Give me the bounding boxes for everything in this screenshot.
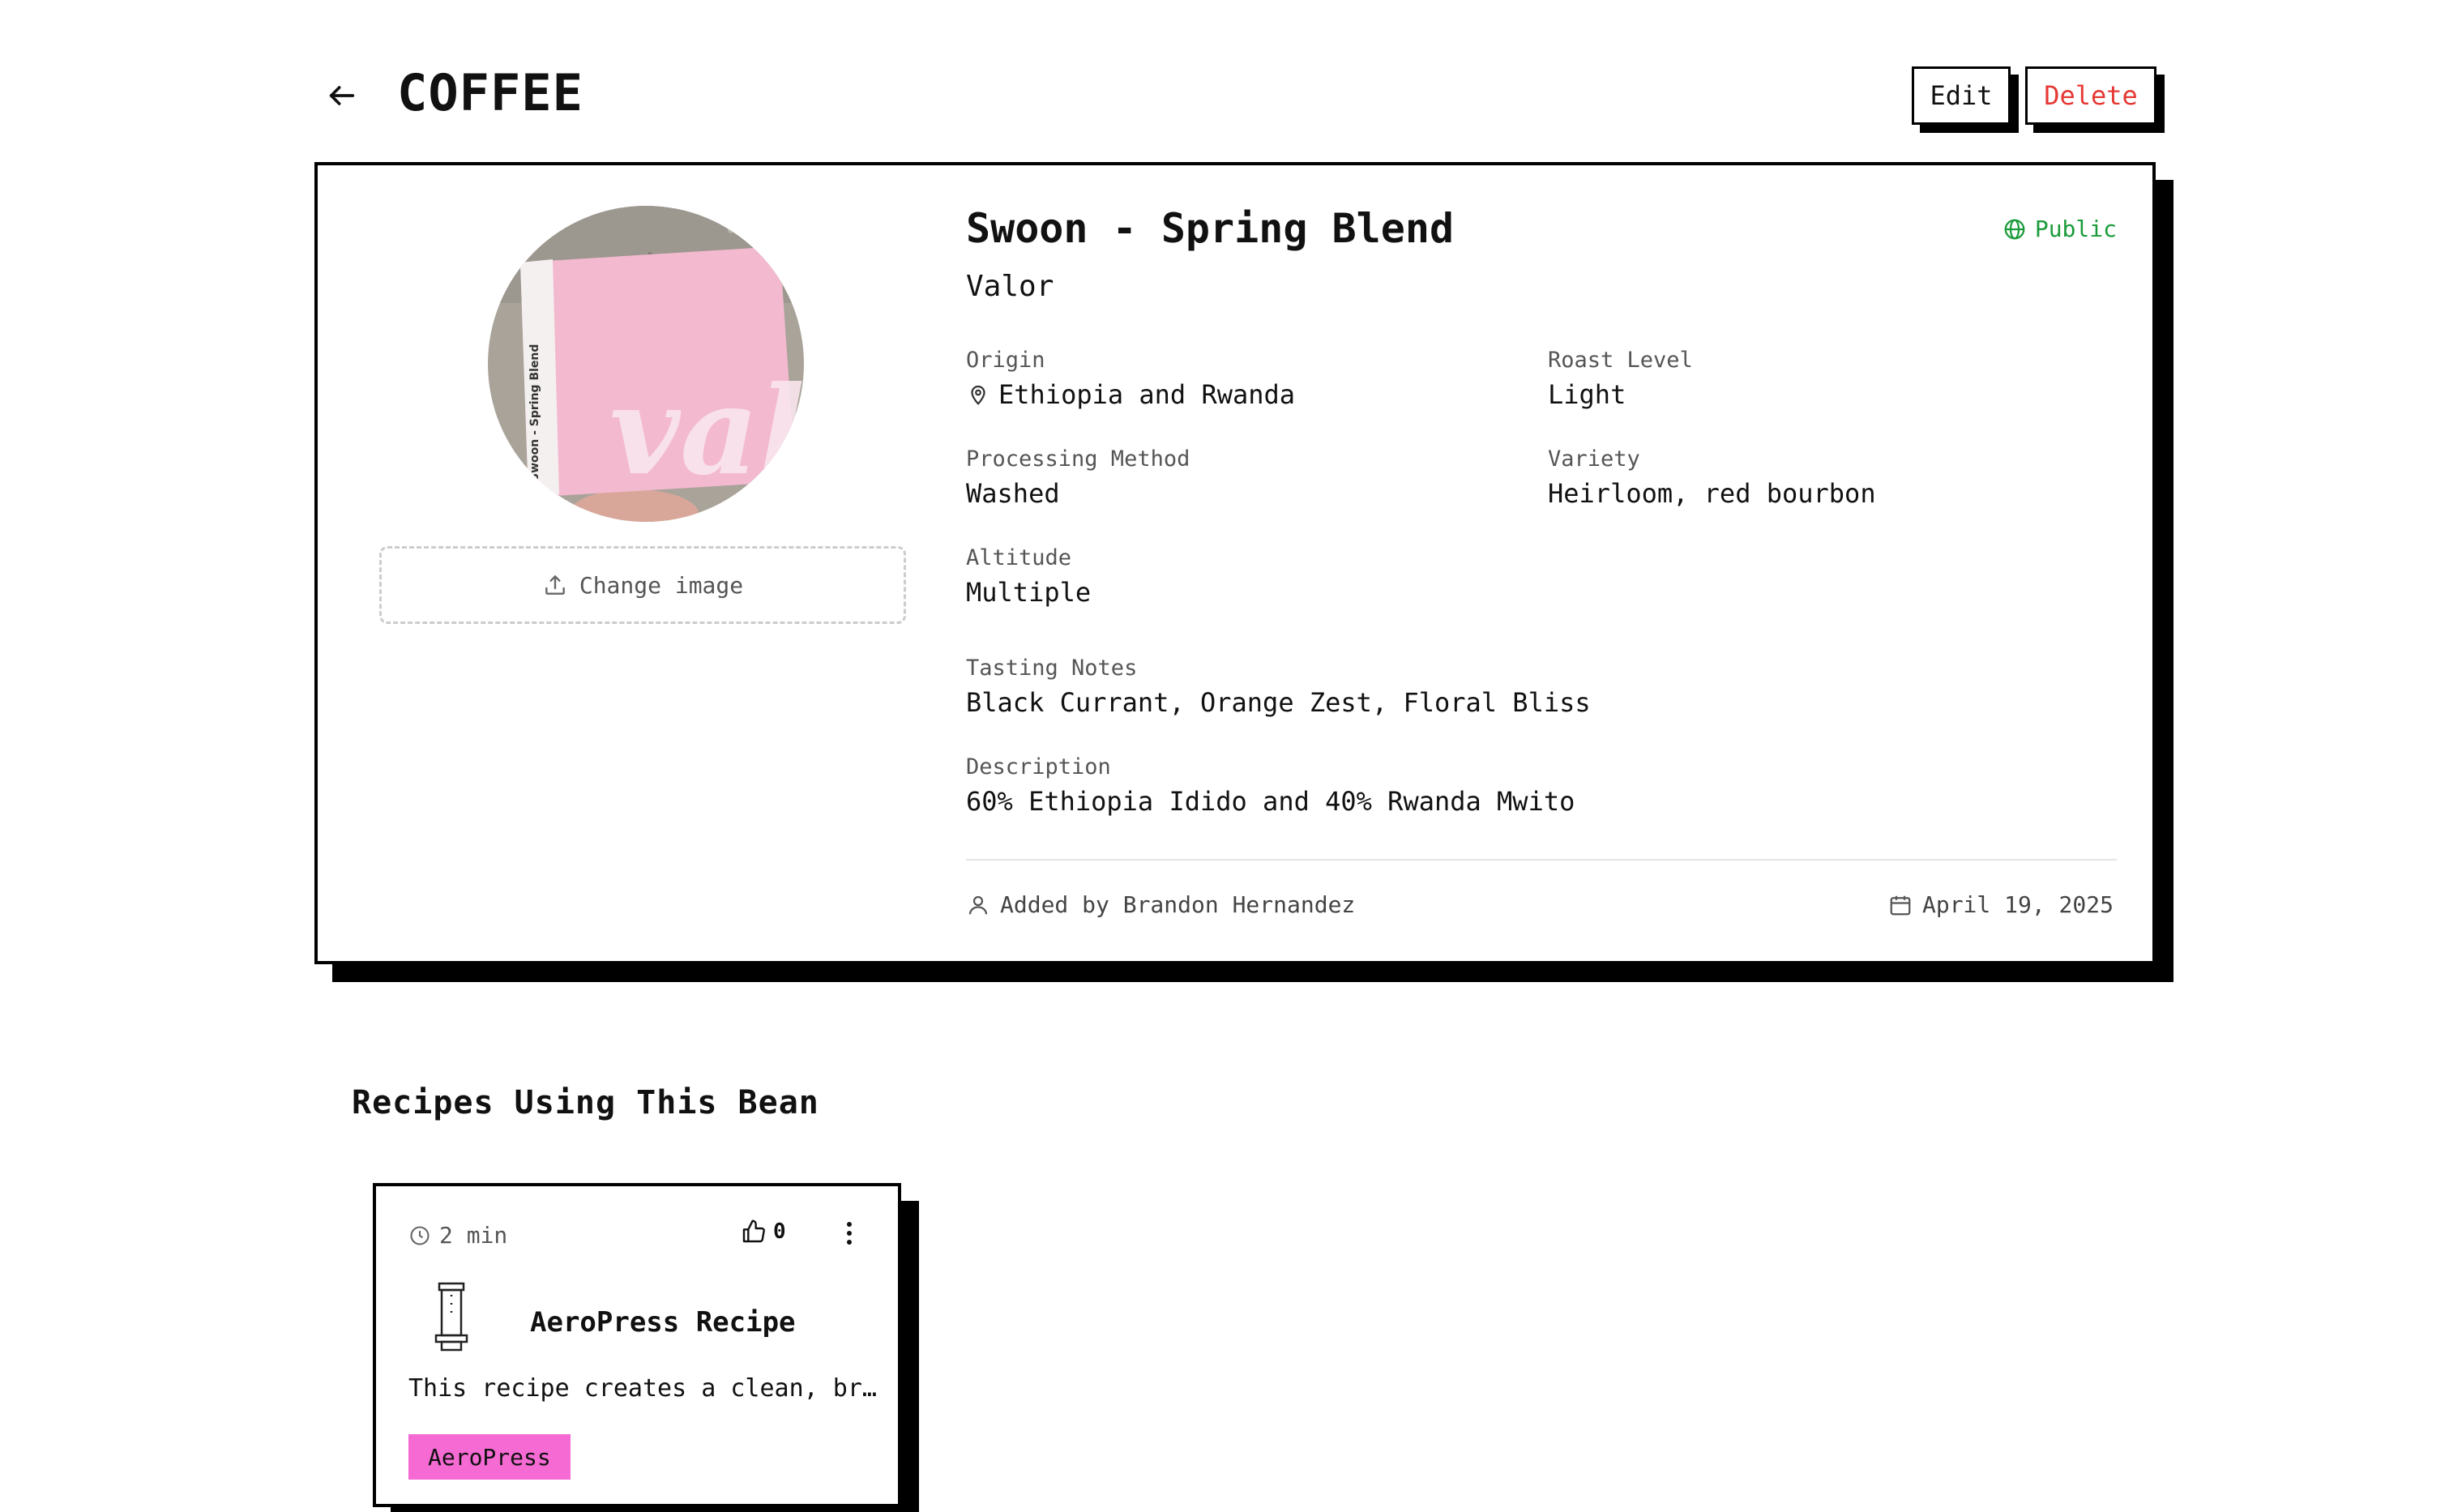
- visibility-badge: Public: [2003, 216, 2117, 242]
- tasting-notes-value: Black Currant, Orange Zest, Floral Bliss: [966, 687, 1591, 718]
- aeropress-icon: [433, 1280, 470, 1356]
- origin-text: Ethiopia and Rwanda: [998, 379, 1296, 410]
- roast-level-value: Light: [1548, 379, 1626, 410]
- added-date-text: April 19, 2025: [1921, 891, 2114, 918]
- svg-text:valor: valor: [609, 360, 804, 502]
- arrow-left-icon: [329, 86, 355, 105]
- calendar-icon: [1890, 895, 1911, 915]
- globe-icon: [2004, 219, 2025, 239]
- back-button[interactable]: [319, 73, 365, 118]
- change-image-button[interactable]: Change image: [379, 546, 906, 624]
- tasting-notes-label: Tasting Notes: [966, 656, 1138, 681]
- description-label: Description: [966, 754, 1111, 779]
- variety-value: Heirloom, red bourbon: [1548, 478, 1876, 509]
- processing-value: Washed: [966, 478, 1060, 509]
- altitude-label: Altitude: [966, 545, 1072, 570]
- divider: [966, 859, 2117, 861]
- coffee-image: Swoon - Spring Blend valor: [488, 206, 804, 522]
- roast-level-field: Roast Level Light: [1548, 347, 1693, 412]
- description-field: Description 60% Ethiopia Idido and 40% R…: [966, 754, 1575, 818]
- roaster-name: Valor: [966, 270, 1054, 303]
- brew-method-tag: AeroPress: [408, 1434, 571, 1480]
- clock-icon: [410, 1225, 430, 1245]
- added-date: April 19, 2025: [1888, 891, 2114, 918]
- recipe-card[interactable]: 2 min 0 AeroPress Recipe This recipe cre…: [373, 1183, 901, 1507]
- variety-field: Variety Heirloom, red bourbon: [1548, 446, 1876, 510]
- description-value: 60% Ethiopia Idido and 40% Rwanda Mwito: [966, 786, 1575, 817]
- user-icon: [968, 895, 988, 914]
- recipe-time-text: 2 min: [439, 1222, 508, 1249]
- processing-label: Processing Method: [966, 446, 1190, 472]
- bean-name: Swoon - Spring Blend: [966, 205, 1455, 252]
- added-by-text: Added by Brandon Hernandez: [1000, 891, 1356, 918]
- thumbs-up-icon: [742, 1219, 765, 1243]
- origin-label: Origin: [966, 348, 1045, 373]
- edit-button[interactable]: Edit: [1912, 66, 2011, 125]
- bean-detail-card: Swoon - Spring Blend valor Change image …: [314, 162, 2156, 964]
- change-image-label: Change image: [579, 571, 744, 599]
- processing-field: Processing Method Washed: [966, 446, 1190, 510]
- bean-info: Swoon - Spring Blend Valor Public: [966, 204, 2117, 305]
- map-pin-icon: [971, 385, 985, 405]
- origin-field: Origin Ethiopia and Rwanda: [966, 347, 1295, 412]
- altitude-field: Altitude Multiple: [966, 545, 1091, 609]
- tasting-notes-field: Tasting Notes Black Currant, Orange Zest…: [966, 655, 1591, 720]
- like-button[interactable]: 0: [741, 1219, 786, 1245]
- page-title: COFFEE: [397, 63, 583, 122]
- origin-value: Ethiopia and Rwanda: [966, 378, 1295, 412]
- recipe-description: This recipe creates a clean, bright cup: [408, 1374, 878, 1403]
- like-count: 0: [773, 1219, 786, 1244]
- variety-label: Variety: [1548, 446, 1640, 472]
- roast-level-label: Roast Level: [1548, 348, 1693, 373]
- delete-button[interactable]: Delete: [2025, 66, 2156, 125]
- more-options-button[interactable]: [833, 1215, 866, 1251]
- altitude-value: Multiple: [966, 577, 1092, 608]
- recipe-title: AeroPress Recipe: [530, 1306, 796, 1339]
- visibility-label: Public: [2034, 216, 2117, 242]
- added-by: Added by Brandon Hernandez: [966, 891, 1355, 918]
- upload-icon: [545, 575, 565, 595]
- recipe-time: 2 min: [408, 1222, 507, 1249]
- more-vertical-icon: [847, 1222, 852, 1245]
- svg-text:Swoon - Spring Blend: Swoon - Spring Blend: [528, 344, 541, 481]
- page-header: COFFEE Edit Delete: [319, 57, 2159, 138]
- recipes-section-title: Recipes Using This Bean: [352, 1084, 819, 1121]
